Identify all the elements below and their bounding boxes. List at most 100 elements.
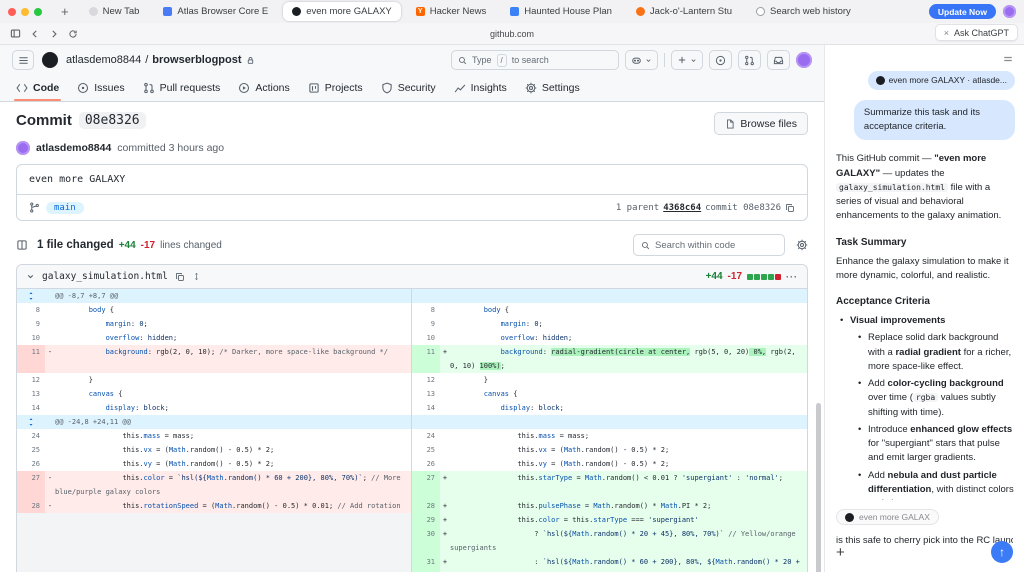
copy-icon[interactable] <box>785 203 795 213</box>
github-logo-icon[interactable] <box>42 52 58 68</box>
chevron-down-icon[interactable] <box>26 272 35 281</box>
browse-files-button[interactable]: Browse files <box>714 112 808 135</box>
repo-tab-pull-requests[interactable]: Pull requests <box>135 75 229 101</box>
diff-cell-right: 8 body { <box>412 303 807 317</box>
diff-file-name[interactable]: galaxy_simulation.html <box>42 271 168 282</box>
update-now-button[interactable]: Update Now <box>929 4 996 19</box>
tab-even-more-galaxy[interactable]: even more GALAXY <box>283 2 401 21</box>
diff-marker <box>440 331 450 345</box>
line-number[interactable]: 25 <box>412 443 440 457</box>
repo-tab-code[interactable]: Code <box>8 75 67 101</box>
line-number[interactable]: 9 <box>17 317 45 331</box>
page-scrollbar[interactable] <box>816 403 821 572</box>
commit-sha-chip: 08e8326 <box>79 112 146 129</box>
diff-cell-right: 31+ : `hsl(${Math.random() * 60 + 200}, … <box>412 555 807 572</box>
line-number[interactable]: 26 <box>17 457 45 471</box>
new-tab-button[interactable]: + <box>57 5 73 18</box>
attach-plus-button[interactable]: + <box>836 545 845 560</box>
author-avatar[interactable] <box>16 141 30 155</box>
ask-chatgpt-button[interactable]: × Ask ChatGPT <box>935 24 1018 41</box>
expand-hunk-icon[interactable] <box>17 289 45 303</box>
line-number[interactable]: 26 <box>412 457 440 471</box>
tab-haunted-house-plan[interactable]: Haunted House Plan <box>501 2 621 21</box>
line-number[interactable]: 10 <box>17 331 45 345</box>
maximize-window-button[interactable] <box>34 8 42 16</box>
pull-requests-button[interactable] <box>738 50 761 70</box>
line-number[interactable]: 24 <box>17 429 45 443</box>
line-number[interactable]: 13 <box>412 387 440 401</box>
file-diff-icon[interactable] <box>16 239 28 251</box>
line-number[interactable]: 14 <box>412 401 440 415</box>
hamburger-menu-icon[interactable] <box>12 50 34 70</box>
code-line: display: block; <box>55 401 411 415</box>
copilot-button[interactable] <box>625 50 658 70</box>
repo-tab-projects[interactable]: Projects <box>300 75 371 101</box>
code-line <box>450 289 807 303</box>
sidebar-toggle-icon[interactable] <box>10 28 21 39</box>
branch-badge[interactable]: main <box>46 202 84 214</box>
code-line: display: block; <box>450 401 807 415</box>
parent-sha-link[interactable]: 4368c64 <box>663 203 701 213</box>
tab-hacker-news[interactable]: YHacker News <box>407 2 496 21</box>
github-search-input[interactable]: Type / to search <box>451 50 619 70</box>
tab-new-tab[interactable]: New Tab <box>80 2 149 21</box>
criteria-item: Add color-cycling background over time (… <box>858 377 1015 420</box>
line-number[interactable]: 8 <box>17 303 45 317</box>
minimize-window-button[interactable] <box>21 8 29 16</box>
diff-marker: + <box>440 345 450 373</box>
line-number[interactable]: 9 <box>412 317 440 331</box>
repo-tab-insights[interactable]: Insights <box>446 75 515 101</box>
breadcrumb: atlasdemo8844 / browserblogpost <box>66 54 255 66</box>
context-chip[interactable]: even more GALAXY · atlasde... <box>868 71 1015 90</box>
repo-tab-issues[interactable]: Issues <box>69 75 132 101</box>
line-number[interactable]: 8 <box>412 303 440 317</box>
line-number[interactable]: 13 <box>17 387 45 401</box>
line-number[interactable]: 24 <box>412 429 440 443</box>
tab-search-web-history[interactable]: Search web history <box>747 2 860 21</box>
diff-settings-gear-icon[interactable] <box>796 239 808 251</box>
files-changed-label[interactable]: 1 file changed <box>37 239 114 251</box>
line-number[interactable]: 12 <box>17 373 45 387</box>
line-number[interactable]: 14 <box>17 401 45 415</box>
sidebar-options-icon[interactable] <box>1002 53 1014 65</box>
github-user-avatar[interactable] <box>796 52 812 68</box>
file-options-kebab-icon[interactable]: ··· <box>786 272 798 282</box>
composer-context-chip[interactable]: even more GALAX <box>836 509 939 525</box>
github-favicon-icon <box>876 76 885 85</box>
expand-hunk-icon[interactable] <box>17 415 45 429</box>
author-name[interactable]: atlasdemo8844 <box>36 142 111 154</box>
reload-icon[interactable] <box>68 29 78 39</box>
line-number: 30 <box>412 527 440 555</box>
search-within-code-input[interactable]: Search within code <box>633 234 785 256</box>
line-number[interactable]: 10 <box>412 331 440 345</box>
expand-up-down-icon[interactable] <box>192 271 201 282</box>
copy-icon[interactable] <box>175 272 185 282</box>
diff-row: 12 }12 } <box>17 373 807 387</box>
breadcrumb-repo[interactable]: browserblogpost <box>152 54 241 66</box>
tab-jack-o-lantern-stu[interactable]: Jack-o'-Lantern Stu <box>627 2 741 21</box>
code-line: this.color = `hsl(${Math.random() * 60 +… <box>55 471 411 499</box>
send-button[interactable]: ↑ <box>991 541 1013 563</box>
forward-icon[interactable] <box>49 29 59 39</box>
tab-atlas-browser-core-e[interactable]: Atlas Browser Core E <box>154 2 277 21</box>
create-new-button[interactable] <box>671 50 703 70</box>
diff-stat-block <box>768 274 774 280</box>
issues-button[interactable] <box>709 50 732 70</box>
line-number[interactable]: 25 <box>17 443 45 457</box>
repo-tab-actions[interactable]: Actions <box>230 75 297 101</box>
address-url[interactable]: github.com <box>200 29 824 39</box>
chat-transcript[interactable]: even more GALAXY · atlasde... Summarize … <box>836 71 1015 500</box>
inbox-button[interactable] <box>767 50 790 70</box>
back-icon[interactable] <box>30 29 40 39</box>
browser-profile-avatar[interactable] <box>1003 5 1016 18</box>
close-icon[interactable]: × <box>944 28 949 38</box>
parent-label: 1 parent <box>616 203 659 213</box>
diff-marker <box>440 373 450 387</box>
header-divider <box>664 53 665 67</box>
line-number[interactable]: 12 <box>412 373 440 387</box>
repo-tab-security[interactable]: Security <box>373 75 444 101</box>
commit-time: committed 3 hours ago <box>117 142 224 154</box>
repo-tab-settings[interactable]: Settings <box>517 75 588 101</box>
close-window-button[interactable] <box>8 8 16 16</box>
breadcrumb-owner[interactable]: atlasdemo8844 <box>66 54 141 66</box>
